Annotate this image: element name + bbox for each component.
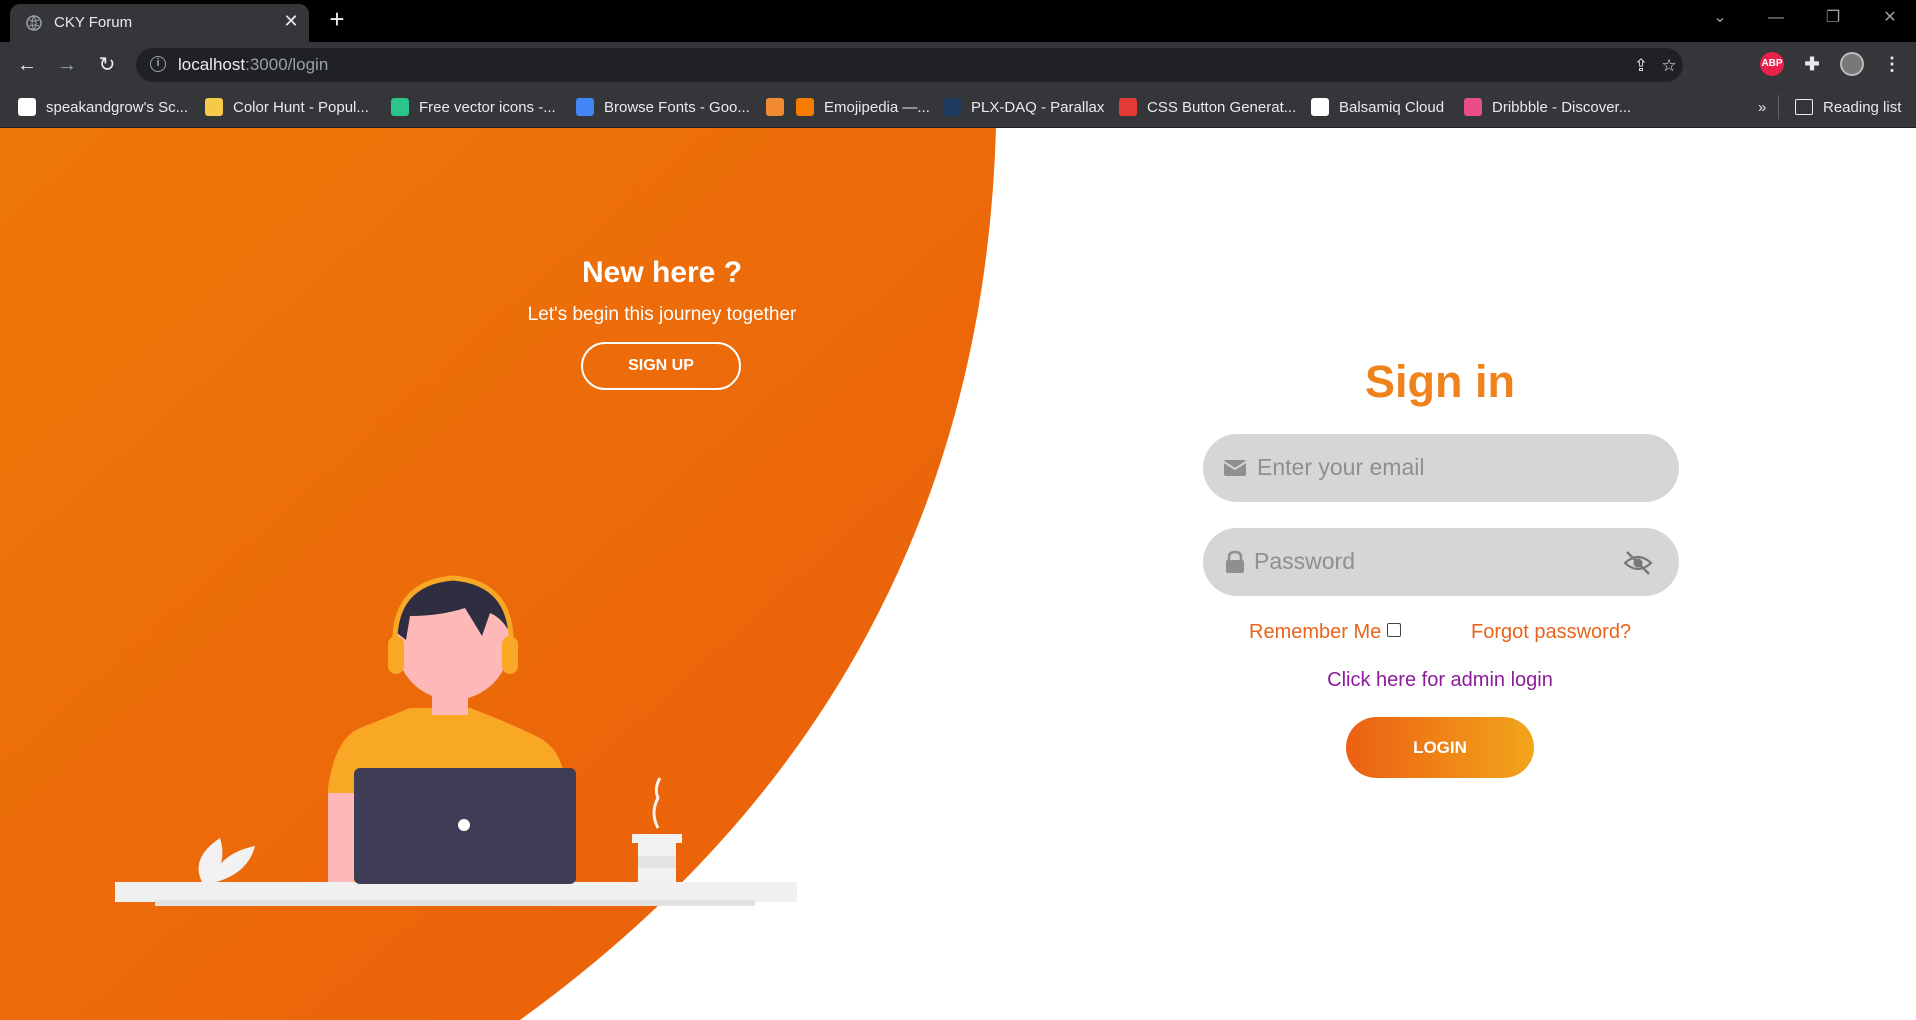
eye-slash-icon[interactable]: [1623, 548, 1653, 578]
promo-title: New here ?: [581, 256, 743, 289]
remember-me-checkbox[interactable]: [1387, 622, 1402, 637]
restore-icon[interactable]: ❐: [1823, 8, 1843, 28]
bookmark-favicon-icon: [1119, 98, 1137, 116]
bookmark-item[interactable]: Dribbble - Discover...: [1464, 88, 1631, 126]
more-bookmarks-button[interactable]: »: [1758, 88, 1766, 126]
reading-list-icon: [1795, 99, 1813, 115]
bookmark-star-icon[interactable]: ☆: [1658, 55, 1680, 77]
tab-strip: CKY Forum ✕ + ⌄ — ❐ ✕: [0, 0, 1916, 42]
browser-toolbar: ← → ↻ i localhost:3000/login ⇪ ☆ ABP ✚ ⋮: [0, 42, 1916, 88]
email-placeholder: Enter your email: [1257, 454, 1425, 480]
envelope-icon: [1223, 460, 1247, 476]
reload-icon[interactable]: ↻: [92, 50, 122, 80]
new-tab-button[interactable]: +: [324, 6, 350, 32]
admin-login-link[interactable]: Click here for admin login: [1240, 669, 1640, 692]
password-placeholder: Password: [1254, 548, 1355, 574]
bookmark-item[interactable]: Emojipedia —...: [796, 88, 930, 126]
email-field[interactable]: Enter your email: [1203, 434, 1679, 502]
bookmark-favicon-icon: [766, 98, 784, 116]
bookmark-favicon-icon: [576, 98, 594, 116]
close-window-icon[interactable]: ✕: [1880, 8, 1900, 28]
site-info-icon[interactable]: i: [150, 56, 166, 72]
bookmark-favicon-icon: [943, 98, 961, 116]
remember-me-label: Remember Me: [1249, 621, 1382, 643]
globe-icon: [26, 15, 42, 31]
sign-in-title: Sign in: [1365, 356, 1515, 407]
bookmark-item[interactable]: [766, 88, 794, 126]
share-icon[interactable]: ⇪: [1630, 55, 1652, 77]
menu-kebab-icon[interactable]: ⋮: [1880, 52, 1904, 76]
bookmark-item[interactable]: Browse Fonts - Goo...: [576, 88, 750, 126]
bookmark-item[interactable]: PLX-DAQ - Parallax: [943, 88, 1104, 126]
reading-list-button[interactable]: Reading list: [1778, 95, 1901, 119]
bookmark-item[interactable]: speakandgrow's Sc...: [18, 88, 188, 126]
bookmark-item[interactable]: Free vector icons -...: [391, 88, 556, 126]
bookmark-favicon-icon: [1464, 98, 1482, 116]
login-button[interactable]: LOGIN: [1346, 717, 1534, 778]
back-icon[interactable]: ←: [12, 50, 42, 80]
lock-icon: [1226, 550, 1244, 573]
bookmark-favicon-icon: [796, 98, 814, 116]
address-bar[interactable]: i localhost:3000/login ⇪ ☆: [136, 48, 1683, 82]
extensions-puzzle-icon[interactable]: ✚: [1800, 52, 1824, 76]
tab-title: CKY Forum: [54, 14, 133, 31]
remember-me[interactable]: Remember Me: [1249, 621, 1402, 644]
bookmark-item[interactable]: Color Hunt - Popul...: [205, 88, 369, 126]
password-field[interactable]: Password: [1203, 528, 1679, 596]
bookmark-item[interactable]: CSS Button Generat...: [1119, 88, 1296, 126]
login-page: New here ? Let's begin this journey toge…: [0, 128, 1916, 1020]
profile-avatar[interactable]: [1840, 52, 1864, 76]
active-tab[interactable]: CKY Forum ✕: [10, 4, 309, 42]
url-text[interactable]: localhost:3000/login: [178, 55, 328, 75]
bookmark-favicon-icon: [391, 98, 409, 116]
bookmark-favicon-icon: [1311, 98, 1329, 116]
sign-up-button[interactable]: SIGN UP: [581, 342, 741, 390]
adblock-extension-icon[interactable]: ABP: [1760, 52, 1784, 76]
close-tab-icon[interactable]: ✕: [280, 10, 302, 32]
person-at-laptop-illustration: [115, 575, 797, 906]
tab-search-icon[interactable]: ⌄: [1710, 8, 1730, 28]
forward-icon[interactable]: →: [52, 50, 82, 80]
bookmark-item[interactable]: Balsamiq Cloud: [1311, 88, 1444, 126]
promo-subtitle: Let's begin this journey together: [527, 304, 797, 325]
forgot-password-link[interactable]: Forgot password?: [1471, 621, 1631, 644]
bookmark-favicon-icon: [18, 98, 36, 116]
minimize-icon[interactable]: —: [1766, 8, 1786, 28]
bookmark-favicon-icon: [205, 98, 223, 116]
bookmarks-bar: speakandgrow's Sc... Color Hunt - Popul.…: [0, 88, 1916, 128]
